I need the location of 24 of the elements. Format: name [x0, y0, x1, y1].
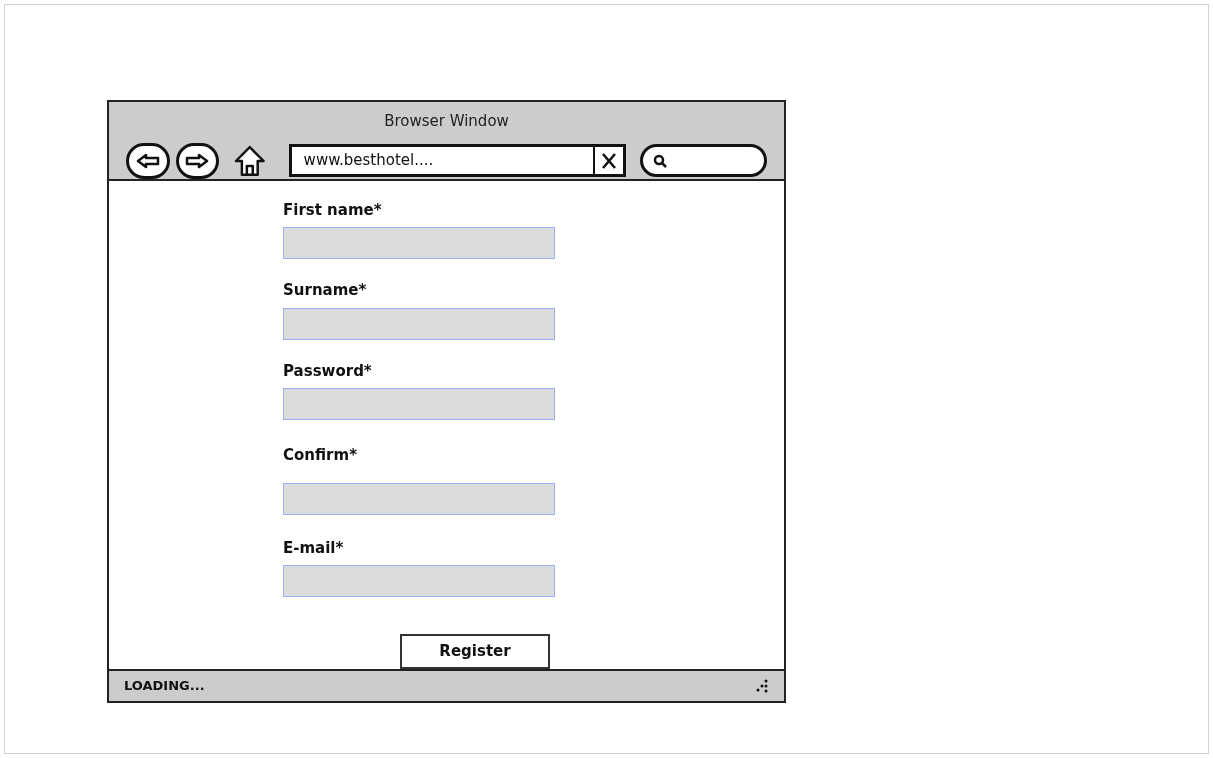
field-label: Surname*: [283, 280, 368, 301]
input-field[interactable]: [283, 388, 555, 420]
status-text: LOADING...: [124, 677, 205, 696]
close-icon[interactable]: [601, 151, 618, 170]
home-icon[interactable]: [233, 143, 267, 178]
field-label: Password*: [283, 360, 373, 382]
right-arrow-icon: [185, 152, 210, 169]
search-field[interactable]: [640, 144, 767, 177]
resize-grip-icon[interactable]: [755, 679, 769, 693]
input-field[interactable]: [283, 227, 555, 259]
left-arrow-icon: [135, 152, 160, 169]
window-title: Browser Window: [384, 111, 509, 132]
address-text: www.besthotel....: [303, 150, 435, 172]
field-label: Confirm*: [283, 445, 358, 466]
field-label: E-mail*: [283, 537, 345, 559]
input-field[interactable]: [283, 565, 555, 597]
address-field[interactable]: www.besthotel....: [288, 144, 627, 177]
input-field[interactable]: [283, 482, 555, 515]
back-button[interactable]: [126, 142, 170, 179]
register-button[interactable]: Register: [400, 634, 550, 669]
search-icon: [653, 153, 668, 168]
forward-button[interactable]: [175, 142, 220, 179]
field-label: First name*: [283, 199, 383, 221]
input-field[interactable]: [283, 307, 555, 340]
